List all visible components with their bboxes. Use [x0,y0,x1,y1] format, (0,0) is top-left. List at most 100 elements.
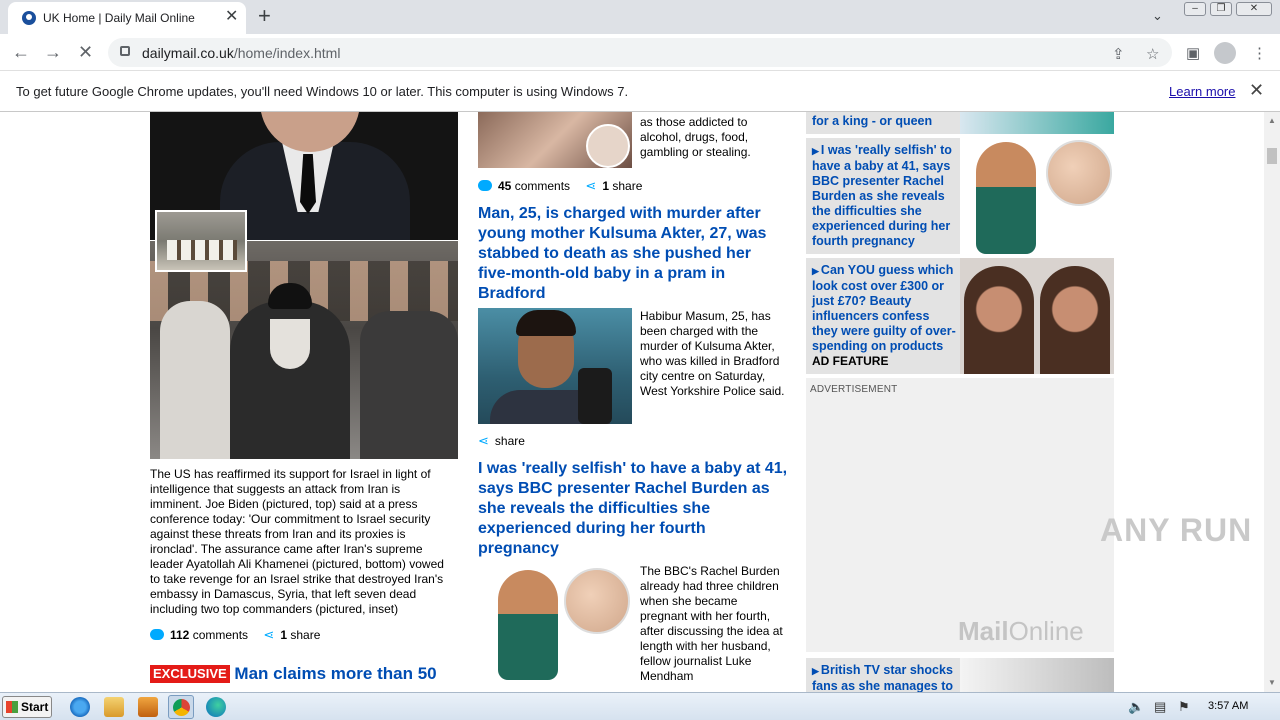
tab-dailymail[interactable]: UK Home | Daily Mail Online ✕ [8,2,246,34]
forward-arrow-icon[interactable]: → [44,41,62,63]
internet-explorer-icon[interactable] [70,697,90,717]
logo-online: Online [1008,616,1084,646]
photo-hair [516,310,576,336]
share-count: 1 [602,179,609,193]
exclusive-headline[interactable]: Man claims more than 50 [234,664,436,683]
comment-bubble-icon[interactable] [150,629,164,640]
share-label[interactable]: share [290,628,320,642]
photo-inset-circle [564,568,630,634]
photo-figure-left [160,301,230,459]
mailonline-logo: MailOnline [958,616,1084,647]
address-bar[interactable]: dailymail.co.uk/home/index.html ⇪ ☆ [108,38,1172,67]
arrow-icon: ▶ [812,266,819,276]
profile-avatar-icon[interactable] [1214,42,1236,64]
volume-icon[interactable]: 🔈 [1128,699,1144,715]
side-card-king[interactable]: for a king - or queen [806,112,1114,134]
exclusive-story[interactable]: EXCLUSIVE Man claims more than 50 [150,664,460,684]
infobar-message: To get future Google Chrome updates, you… [16,84,629,99]
windows-taskbar: Start 🔈 ▤ ⚑ 3:57 AM [0,692,1280,720]
tab-title: UK Home | Daily Mail Online [43,11,195,25]
tab-strip: UK Home | Daily Mail Online ✕ + ⌄ – ❐ ✕ [0,0,1280,34]
comments-count[interactable]: 45 [498,179,511,193]
side-card-tvstar-text[interactable]: ▶ British TV star shocks fans as she mana… [812,663,958,692]
logo-mail: Mail [958,616,1009,646]
share-label[interactable]: share [612,179,642,193]
share-label[interactable]: share [495,434,525,448]
side-panel-icon[interactable]: ▣ [1186,44,1200,62]
advertisement-label: ADVERTISEMENT [810,384,898,395]
side-card-tvstar-headline[interactable]: British TV star shocks fans as she manag… [812,663,953,692]
side-card-rachel-photo [960,138,1114,254]
photo-inset-circle [1046,140,1112,206]
side-card-rachel-headline[interactable]: I was 'really selfish' to have a baby at… [812,143,952,248]
edge-icon[interactable] [206,697,226,717]
side-card-beauty-text[interactable]: ▶ Can YOU guess which look cost over £300… [812,263,958,369]
coffins-inset-photo[interactable] [155,210,247,272]
photo-face-right [1040,266,1110,374]
photo-inset-circle [586,124,630,168]
tab-close-icon[interactable]: ✕ [225,8,238,26]
new-tab-button[interactable]: + [258,4,271,28]
khamenei-photo[interactable] [150,241,458,459]
photo-figure-right [360,311,458,459]
comments-label[interactable]: comments [515,179,570,193]
addiction-story-social: 45 comments ⋖ 1 share [478,178,642,194]
advertisement-block: ADVERTISEMENT [806,378,1114,652]
comments-count[interactable]: 112 [170,628,189,642]
iran-story-caption: The US has reaffirmed its support for Is… [150,467,444,616]
rachel-story-headline[interactable]: I was 'really selfish' to have a baby at… [478,459,788,559]
comments-label[interactable]: comments [193,628,248,642]
back-arrow-icon[interactable]: ← [12,41,30,63]
minimize-icon[interactable]: – [1184,2,1206,16]
side-card-beauty-headline[interactable]: Can YOU guess which look cost over £300 … [812,263,956,353]
comment-bubble-icon[interactable] [478,180,492,191]
url-domain: dailymail.co.uk [142,45,234,61]
start-label: Start [21,700,49,714]
rachel-story-text: The BBC's Rachel Burden already had thre… [640,564,783,683]
start-button[interactable]: Start [2,696,52,718]
arrow-icon: ▶ [812,666,819,676]
bookmark-star-icon[interactable]: ☆ [1146,45,1159,63]
side-card-beauty[interactable]: ▶ Can YOU guess which look cost over £300… [806,258,1114,374]
photo-phone [578,368,612,424]
rachel-story-photo[interactable] [478,564,632,680]
side-card-rachel[interactable]: ▶ I was 'really selfish' to have a baby a… [806,138,1114,254]
exclusive-badge: EXCLUSIVE [150,665,230,683]
url-text[interactable]: dailymail.co.uk/home/index.html [142,45,340,61]
share-icon[interactable]: ⋖ [263,627,274,643]
restore-icon[interactable]: ❐ [1210,2,1232,16]
side-card-rachel-text[interactable]: ▶ I was 'really selfish' to have a baby a… [812,143,958,249]
tab-search-chevron-icon[interactable]: ⌄ [1152,8,1163,24]
photo-woman [976,142,1036,254]
share-page-icon[interactable]: ⇪ [1112,45,1125,63]
photo-face-left [964,266,1034,374]
network-icon[interactable]: ▤ [1154,699,1166,715]
window-close-icon[interactable]: ✕ [1236,2,1272,16]
addiction-story-photo[interactable] [478,112,632,168]
photo-woman [498,570,558,680]
action-center-flag-icon[interactable]: ⚑ [1178,699,1190,715]
scroll-up-icon[interactable]: ▲ [1268,116,1276,125]
share-icon[interactable]: ⋖ [585,178,596,194]
bradford-story-headline[interactable]: Man, 25, is charged with murder after yo… [478,204,778,304]
iran-story-social: 112 comments ⋖ 1 share [150,627,320,643]
learn-more-link[interactable]: Learn more [1169,84,1235,99]
infobar-close-icon[interactable]: ✕ [1249,80,1264,101]
photo-beard [270,319,310,369]
chrome-menu-icon[interactable]: ⋮ [1252,44,1267,62]
page-scrollbar[interactable]: ▲ ▼ [1264,112,1280,692]
scroll-down-icon[interactable]: ▼ [1268,678,1276,687]
share-icon[interactable]: ⋖ [478,433,489,449]
side-card-king-text[interactable]: for a king - or queen [812,114,958,129]
file-explorer-icon[interactable] [104,697,124,717]
stop-loading-icon[interactable]: ✕ [78,41,93,63]
arrow-icon: ▶ [812,146,819,156]
media-player-icon[interactable] [138,697,158,717]
bradford-story-photo[interactable] [478,308,632,424]
chrome-taskbar-button[interactable] [168,695,194,719]
taskbar-clock[interactable]: 3:57 AM [1208,700,1248,712]
side-card-tvstar[interactable]: ▶ British TV star shocks fans as she mana… [806,658,1114,692]
scroll-thumb[interactable] [1267,148,1277,164]
side-card-king-photo [960,112,1114,134]
ad-feature-label: AD FEATURE [812,354,889,368]
